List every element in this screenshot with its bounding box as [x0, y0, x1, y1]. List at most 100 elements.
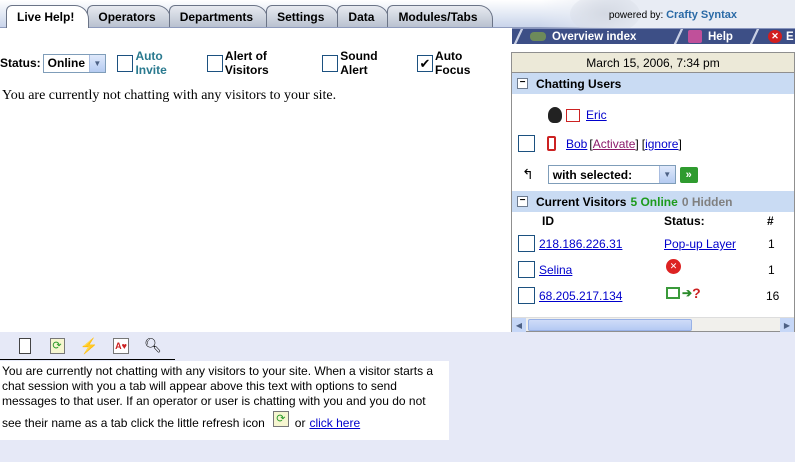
visitor-count: 1: [768, 237, 775, 251]
tab-departments[interactable]: Departments: [168, 5, 269, 27]
visitor-id-link[interactable]: 68.205.217.134: [539, 289, 622, 303]
table-row: 218.186.226.31: [518, 235, 622, 252]
chat-user-bob: Bob [Activate] [ignore]: [518, 135, 682, 152]
chatting-users-title: Chatting Users: [536, 76, 622, 91]
visitor-count: 16: [766, 289, 780, 303]
tab-modules[interactable]: Modules/Tabs: [387, 5, 493, 27]
user-name-eric[interactable]: Eric: [586, 108, 607, 122]
overview-index-label: Overview index: [552, 30, 637, 43]
help-or: or: [294, 415, 306, 430]
corner-arrow-icon: ↰: [522, 166, 534, 182]
nav-separator: [748, 29, 760, 44]
exit-icon: ✕: [768, 30, 782, 43]
activate-bracket: [Activate]: [589, 136, 639, 151]
visitor-panel: March 15, 2006, 7:34 pm − Chatting Users…: [511, 52, 795, 332]
visitor-checkbox[interactable]: [518, 235, 535, 252]
ignore-bracket: [ignore]: [641, 136, 682, 151]
auto-invite-checkbox[interactable]: [117, 54, 134, 72]
help-book-icon: [688, 30, 702, 43]
visitor-checkbox[interactable]: [518, 261, 535, 278]
sound-alert-label: Sound Alert: [340, 49, 378, 77]
visitor-table-header: ID: [542, 214, 554, 228]
exit-link[interactable]: ✕ E: [768, 29, 794, 44]
chatting-users-header: − Chatting Users: [512, 73, 794, 94]
collapse-icon[interactable]: −: [517, 196, 528, 207]
magnifier-icon[interactable]: 🔍︎: [142, 336, 164, 356]
scroll-right-icon[interactable]: ▶: [780, 318, 794, 332]
online-count: 5 Online: [630, 194, 678, 209]
help-text-refresh: see their name as a tab click the little…: [2, 415, 265, 430]
tab-operators[interactable]: Operators: [87, 5, 171, 27]
ignore-link[interactable]: ignore: [645, 137, 678, 151]
font-icon[interactable]: A♥: [110, 336, 132, 356]
visitor-status-cell: ✕: [666, 259, 681, 274]
status-row: Status: Online ▼ Auto Invite Alert of Vi…: [0, 49, 510, 77]
column-count: #: [767, 214, 774, 228]
date-display: March 15, 2006, 7:34 pm: [512, 53, 794, 73]
auto-invite-label[interactable]: Auto Invite: [135, 49, 194, 77]
status-select[interactable]: Online ▼: [42, 53, 106, 73]
help-text-box: You are currently not chatting with any …: [0, 361, 449, 440]
sound-alert-checkbox[interactable]: [321, 54, 339, 72]
visitor-checkbox[interactable]: [518, 287, 535, 304]
with-selected-row: ↰ with selected: ▼ »: [522, 165, 698, 184]
tab-live-help[interactable]: Live Help!: [6, 5, 90, 28]
with-selected-select[interactable]: with selected: ▼: [547, 165, 676, 184]
secondary-nav: Overview index Help ✕ E: [512, 28, 795, 44]
declined-icon: ✕: [666, 259, 681, 274]
powered-by-text: powered by: Crafty Syntax: [609, 9, 737, 21]
lightning-icon[interactable]: ⚡: [78, 336, 100, 356]
status-label: Status:: [0, 56, 41, 70]
visitor-status-cell: ➔ ?: [666, 285, 701, 301]
click-here-link[interactable]: click here: [309, 416, 360, 431]
current-visitors-header: − Current Visitors 5 Online 0 Hidden: [512, 191, 794, 212]
powered-by-banner: powered by: Crafty Syntax: [540, 0, 795, 34]
overview-index-link[interactable]: Overview index: [530, 29, 636, 44]
help-link[interactable]: Help: [688, 29, 733, 44]
refresh-icon[interactable]: ⟳: [46, 336, 68, 356]
column-status-cell: Status:: [664, 214, 705, 228]
auto-focus-label: Auto Focus: [435, 49, 471, 77]
arrow-right-icon: ➔: [682, 286, 693, 300]
visitor-count-cell: 1: [768, 237, 775, 251]
visitor-id-link[interactable]: Selina: [539, 263, 572, 277]
table-row: 68.205.217.134: [518, 287, 622, 304]
collapse-icon[interactable]: −: [517, 78, 528, 89]
hidden-count: 0 Hidden: [681, 194, 733, 209]
column-count-cell: #: [767, 214, 774, 228]
tab-data[interactable]: Data: [337, 5, 390, 27]
bob-checkbox[interactable]: [518, 135, 535, 152]
go-arrow-icon[interactable]: »: [679, 166, 698, 183]
status-value: Online: [47, 56, 86, 70]
chat-user-eric: Eric: [548, 107, 607, 123]
visitor-status-link[interactable]: Pop-up Layer: [664, 237, 736, 251]
scroll-left-icon[interactable]: ◀: [512, 318, 526, 332]
visitor-count-cell: 1: [768, 263, 775, 277]
alert-visitors-checkbox[interactable]: [206, 54, 223, 72]
refresh-icon[interactable]: ⟳: [272, 411, 289, 427]
column-id: ID: [542, 214, 554, 228]
top-tab-bar: Live Help! Operators Departments Setting…: [0, 0, 795, 34]
nav-separator: [512, 29, 524, 44]
column-status: Status:: [664, 214, 705, 228]
question-icon: ?: [692, 285, 701, 301]
visitor-status-cell: Pop-up Layer: [664, 237, 736, 251]
powered-by-prefix: powered by:: [608, 10, 664, 21]
chat-bubble-icon: [666, 287, 680, 299]
horizontal-scrollbar[interactable]: ◀ ▶: [512, 317, 794, 332]
powered-by-brand[interactable]: Crafty Syntax: [666, 9, 737, 21]
scrollbar-thumb[interactable]: [528, 319, 692, 331]
bottom-toolbar: ⟳ ⚡ A♥ 🔍︎: [0, 332, 175, 360]
auto-focus-checkbox[interactable]: ✔: [416, 54, 434, 72]
activate-link[interactable]: Activate: [593, 137, 636, 151]
visitor-count-cell: 16: [766, 289, 779, 303]
user-name-bob[interactable]: Bob: [566, 137, 587, 151]
visitor-id-link[interactable]: 218.186.226.31: [539, 237, 622, 251]
tab-settings[interactable]: Settings: [266, 5, 340, 27]
chevron-down-icon: ▼: [658, 166, 675, 183]
table-row: Selina: [518, 261, 572, 278]
new-page-icon[interactable]: [14, 336, 36, 356]
current-visitors-title: Current Visitors: [536, 194, 627, 209]
main-tabs: Live Help! Operators Departments Setting…: [6, 5, 493, 28]
with-selected-value: with selected:: [552, 167, 633, 182]
